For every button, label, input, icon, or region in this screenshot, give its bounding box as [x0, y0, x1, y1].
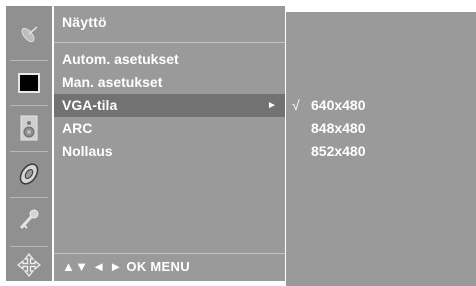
title-divider [54, 42, 285, 43]
move-arrows-icon[interactable] [6, 248, 52, 282]
menu-item-label: Nollaus [62, 143, 113, 159]
menu-item-auto-config[interactable]: Autom. asetukset [54, 48, 285, 71]
screen-icon[interactable] [6, 61, 52, 105]
submenu-arrow-icon: ► [267, 100, 277, 111]
menu-title: Näyttö [62, 14, 107, 30]
vga-mode-submenu: √ 640x480 848x480 852x480 [286, 12, 476, 286]
submenu-option-label: 852x480 [311, 143, 366, 159]
icon-column [6, 6, 52, 281]
menu-item-arc[interactable]: ARC [54, 117, 285, 140]
speaker-icon[interactable] [6, 106, 52, 150]
check-mark-icon: √ [292, 97, 300, 113]
satellite-dish-icon[interactable] [6, 12, 52, 56]
disc-icon[interactable] [6, 152, 52, 196]
footer-divider [54, 253, 285, 254]
submenu-option-852x480[interactable]: 852x480 [286, 140, 476, 163]
submenu-option-label: 640x480 [311, 97, 366, 113]
menu-item-label: ARC [62, 120, 93, 136]
key-icon[interactable] [6, 198, 52, 242]
submenu-option-848x480[interactable]: 848x480 [286, 117, 476, 140]
navigation-hint: ▲▼ ◄ ► OK MENU [62, 259, 190, 274]
osd-screen: Näyttö Autom. asetukset Man. asetukset V… [0, 0, 476, 286]
icon-divider [10, 246, 48, 247]
menu-item-label: VGA-tila [62, 97, 118, 113]
menu-item-manual-config[interactable]: Man. asetukset [54, 71, 285, 94]
menu-item-label: Man. asetukset [62, 74, 163, 90]
submenu-option-640x480[interactable]: √ 640x480 [286, 94, 476, 117]
menu-item-vga-mode[interactable]: VGA-tila ► [54, 94, 285, 117]
menu-item-label: Autom. asetukset [62, 51, 179, 67]
menu-item-reset[interactable]: Nollaus [54, 140, 285, 163]
display-menu: Näyttö Autom. asetukset Man. asetukset V… [54, 6, 285, 281]
submenu-option-label: 848x480 [311, 120, 366, 136]
